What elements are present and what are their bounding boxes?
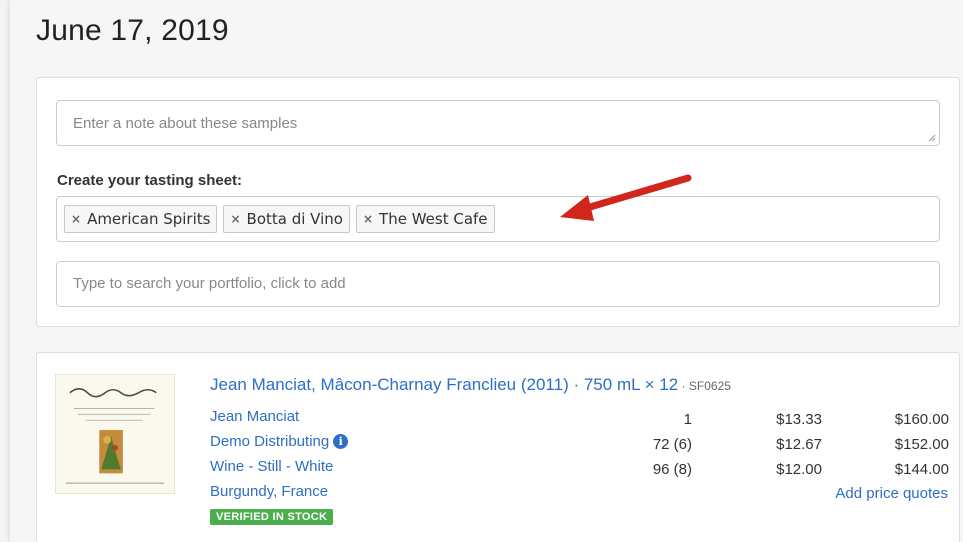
tasting-panel: Enter a note about these samples Create … bbox=[36, 77, 960, 327]
tasting-sheet-label: Create your tasting sheet: bbox=[57, 172, 243, 189]
category-link[interactable]: Wine - Still - White bbox=[210, 458, 333, 475]
product-info: Jean Manciat Demo Distributing i Wine - … bbox=[210, 407, 349, 525]
search-placeholder: Type to search your portfolio, click to … bbox=[73, 275, 346, 292]
page-title: June 17, 2019 bbox=[36, 14, 229, 47]
price-case: $152.00 bbox=[894, 436, 949, 453]
price-unit: $13.33 bbox=[776, 411, 822, 428]
info-icon[interactable]: i bbox=[333, 433, 349, 449]
tasting-sheet-tags-input[interactable]: × American Spirits × Botta di Vino × The… bbox=[56, 196, 940, 242]
tag-the-west-cafe[interactable]: × The West Cafe bbox=[355, 205, 495, 233]
product-card: Jean Manciat, Mâcon-Charnay Franclieu (2… bbox=[36, 352, 960, 542]
producer-link[interactable]: Jean Manciat bbox=[210, 408, 299, 425]
price-row: 1 $13.33 $160.00 bbox=[632, 407, 949, 432]
remove-tag-icon[interactable]: × bbox=[230, 212, 240, 226]
price-table: 1 $13.33 $160.00 72 (6) $12.67 $152.00 9… bbox=[632, 407, 949, 482]
red-arrow-icon bbox=[560, 174, 692, 221]
resize-grip-icon[interactable] bbox=[928, 134, 936, 142]
wine-label-thumbnail bbox=[55, 374, 175, 494]
price-qty: 72 (6) bbox=[652, 436, 692, 453]
region-link[interactable]: Burgundy, France bbox=[210, 483, 328, 500]
tag-label: American Spirits bbox=[87, 210, 211, 228]
tag-botta-di-vino[interactable]: × Botta di Vino bbox=[223, 205, 350, 233]
status-badge: VERIFIED IN STOCK bbox=[210, 509, 334, 525]
tag-american-spirits[interactable]: × American Spirits bbox=[64, 205, 218, 233]
price-qty: 96 (8) bbox=[652, 461, 692, 478]
price-row: 96 (8) $12.00 $144.00 bbox=[632, 457, 949, 482]
tag-label: Botta di Vino bbox=[246, 210, 343, 228]
remove-tag-icon[interactable]: × bbox=[71, 212, 81, 226]
portfolio-search-input[interactable]: Type to search your portfolio, click to … bbox=[56, 261, 940, 307]
price-qty: 1 bbox=[683, 411, 692, 428]
product-title: Jean Manciat, Mâcon-Charnay Franclieu (2… bbox=[210, 375, 679, 394]
price-unit: $12.00 bbox=[776, 461, 822, 478]
price-case: $144.00 bbox=[894, 461, 949, 478]
product-title-link[interactable]: Jean Manciat, Mâcon-Charnay Franclieu (2… bbox=[210, 375, 731, 395]
price-unit: $12.67 bbox=[776, 436, 822, 453]
tag-label: The West Cafe bbox=[379, 210, 488, 228]
remove-tag-icon[interactable]: × bbox=[363, 212, 373, 226]
add-price-quotes-link[interactable]: Add price quotes bbox=[835, 485, 948, 502]
product-sku: · SF0625 bbox=[678, 379, 731, 393]
page: June 17, 2019 Enter a note about these s… bbox=[10, 0, 963, 542]
note-placeholder: Enter a note about these samples bbox=[73, 115, 298, 132]
price-case: $160.00 bbox=[894, 411, 949, 428]
distributor-link[interactable]: Demo Distributing bbox=[210, 433, 329, 450]
price-row: 72 (6) $12.67 $152.00 bbox=[632, 432, 949, 457]
note-textarea[interactable]: Enter a note about these samples bbox=[56, 100, 940, 146]
